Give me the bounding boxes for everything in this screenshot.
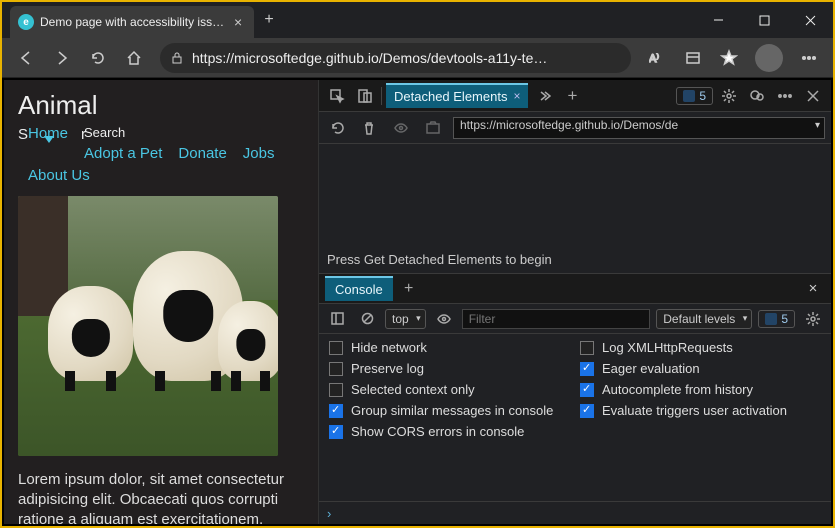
minimize-button[interactable]: [695, 2, 741, 38]
address-bar[interactable]: https://microsoftedge.github.io/Demos/de…: [160, 43, 631, 73]
close-button[interactable]: [787, 2, 833, 38]
sidebar-toggle-icon[interactable]: [325, 307, 349, 331]
console-filter-input[interactable]: [462, 309, 651, 329]
frame-selector[interactable]: https://microsoftedge.github.io/Demos/de: [453, 117, 825, 139]
chk-hide-network[interactable]: Hide network: [329, 340, 570, 355]
drawer-tabbar: Console + ×: [319, 274, 831, 304]
console-issues-badge[interactable]: 5: [758, 310, 795, 328]
frame-url: https://microsoftedge.github.io/Demos/de: [460, 118, 678, 132]
body-paragraph: Lorem ipsum dolor, sit amet consectetur …: [18, 470, 304, 525]
svg-text:A⁾: A⁾: [649, 53, 659, 65]
maximize-button[interactable]: [741, 2, 787, 38]
subheading-s: S: [18, 124, 28, 147]
tab-title: Demo page with accessibility iss…: [40, 15, 224, 29]
home-button[interactable]: [118, 42, 150, 74]
feedback-icon[interactable]: [745, 84, 769, 108]
chk-eval-trigger[interactable]: Evaluate triggers user activation: [580, 403, 821, 418]
nav-adopt[interactable]: Adopt a Pet: [84, 143, 162, 166]
detached-elements-area: Press Get Detached Elements to begin: [319, 144, 831, 274]
nav-donate[interactable]: Donate: [178, 143, 226, 166]
tab-close-icon[interactable]: ×: [513, 89, 520, 103]
page-nav: S Home r Search Adopt a Pet Donate Jobs …: [18, 123, 304, 188]
profile-avatar[interactable]: [755, 44, 783, 72]
issues-badge[interactable]: 5: [676, 87, 713, 105]
browser-toolbar: https://microsoftedge.github.io/Demos/de…: [2, 38, 833, 78]
hero-image: [18, 196, 278, 456]
edge-favicon-icon: e: [18, 14, 34, 30]
browser-tab[interactable]: e Demo page with accessibility iss… ×: [10, 6, 254, 38]
forward-button[interactable]: [46, 42, 78, 74]
issue-bubble-icon: [683, 90, 695, 102]
window-titlebar: e Demo page with accessibility iss… × +: [2, 2, 833, 38]
console-toolbar: top Default levels 5: [319, 304, 831, 334]
dropdown-arrow-icon: [44, 136, 54, 143]
console-issues-count: 5: [781, 312, 788, 326]
context-label: top: [392, 312, 409, 326]
detached-toolbar: https://microsoftedge.github.io/Demos/de: [319, 112, 831, 144]
favorite-button[interactable]: [713, 42, 745, 74]
tab-close-icon[interactable]: ×: [230, 14, 246, 30]
eye-icon[interactable]: [389, 116, 413, 140]
tab-label: Detached Elements: [394, 89, 507, 104]
nav-search-label: Search: [84, 123, 162, 143]
devtools-panel: Detached Elements × + 5 https://microsof…: [319, 80, 831, 524]
refresh-button[interactable]: [82, 42, 114, 74]
close-devtools-icon[interactable]: [801, 84, 825, 108]
chk-eager-eval[interactable]: Eager evaluation: [580, 361, 821, 376]
levels-label: Default levels: [663, 312, 735, 326]
drawer-new-tab-icon[interactable]: +: [397, 277, 421, 301]
chk-log-xhr[interactable]: Log XMLHttpRequests: [580, 340, 821, 355]
screenshot-icon[interactable]: [421, 116, 445, 140]
url-text: https://microsoftedge.github.io/Demos/de…: [192, 50, 547, 66]
more-tabs-icon[interactable]: [532, 84, 556, 108]
collections-button[interactable]: [677, 42, 709, 74]
nav-jobs[interactable]: Jobs: [243, 143, 275, 166]
inspect-element-icon[interactable]: [325, 84, 349, 108]
new-tab-icon[interactable]: +: [560, 84, 584, 108]
lock-icon: [170, 51, 184, 65]
clear-console-icon[interactable]: [355, 307, 379, 331]
chk-autocomplete[interactable]: Autocomplete from history: [580, 382, 821, 397]
settings-icon[interactable]: [717, 84, 741, 108]
read-aloud-button[interactable]: A⁾: [641, 42, 673, 74]
back-button[interactable]: [10, 42, 42, 74]
more-options-icon[interactable]: [773, 84, 797, 108]
chk-show-cors[interactable]: Show CORS errors in console: [329, 424, 570, 439]
console-settings-icon[interactable]: [801, 307, 825, 331]
drawer-tab-console[interactable]: Console: [325, 276, 393, 301]
chk-group-similar[interactable]: Group similar messages in console: [329, 403, 570, 418]
log-levels-selector[interactable]: Default levels: [656, 309, 752, 329]
context-selector[interactable]: top: [385, 309, 426, 329]
console-prompt[interactable]: ›: [319, 502, 831, 524]
tab-detached-elements[interactable]: Detached Elements ×: [386, 83, 528, 108]
delete-icon[interactable]: [357, 116, 381, 140]
refresh-detached-icon[interactable]: [325, 116, 349, 140]
new-tab-button[interactable]: +: [254, 2, 284, 38]
nav-home[interactable]: Home: [28, 123, 68, 165]
console-settings-panel: Hide network Preserve log Selected conte…: [319, 334, 831, 502]
page-title: Animal: [18, 90, 304, 121]
chk-selected-context[interactable]: Selected context only: [329, 382, 570, 397]
devtools-tabbar: Detached Elements × + 5: [319, 80, 831, 112]
issue-bubble-icon: [765, 313, 777, 325]
subheading-r: r: [81, 124, 86, 147]
window-controls: [695, 2, 833, 38]
nav-about[interactable]: About Us: [28, 165, 304, 188]
more-button[interactable]: [793, 42, 825, 74]
live-expression-icon[interactable]: [432, 307, 456, 331]
detached-hint: Press Get Detached Elements to begin: [327, 252, 552, 267]
drawer-close-icon[interactable]: ×: [801, 280, 825, 297]
chk-preserve-log[interactable]: Preserve log: [329, 361, 570, 376]
device-toggle-icon[interactable]: [353, 84, 377, 108]
issues-count: 5: [699, 89, 706, 103]
page-content: Animal S Home r Search Adopt a Pet Donat…: [4, 80, 319, 524]
